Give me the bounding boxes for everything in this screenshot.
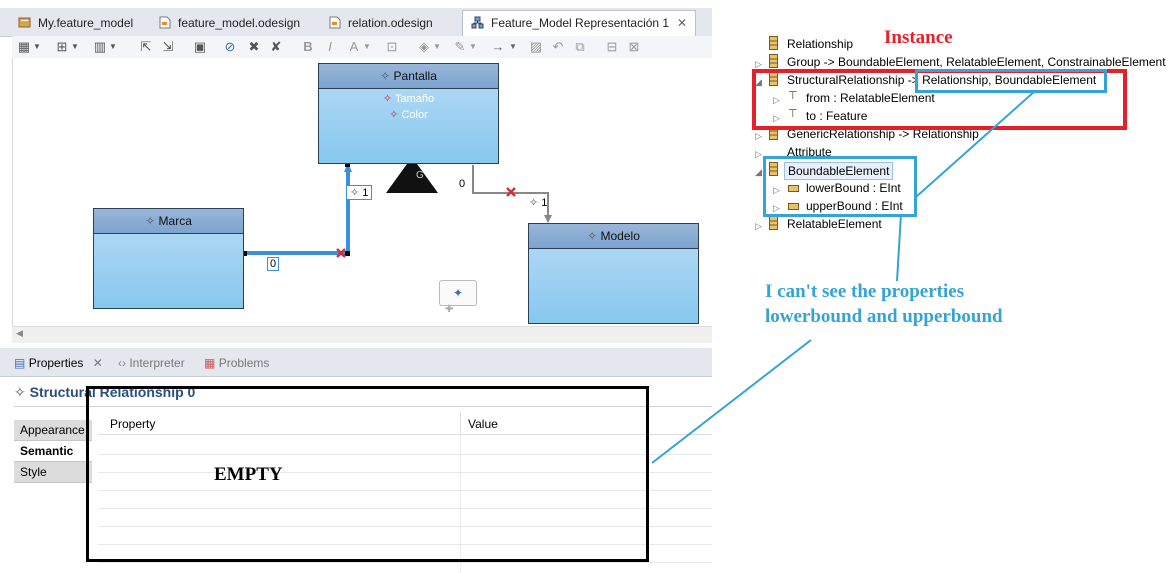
annotation-connector [915, 90, 1036, 198]
annotation-connector [896, 213, 902, 282]
annotation-connector [651, 339, 812, 464]
annotation-note: I can't see the properties lowerbound an… [765, 281, 1003, 327]
